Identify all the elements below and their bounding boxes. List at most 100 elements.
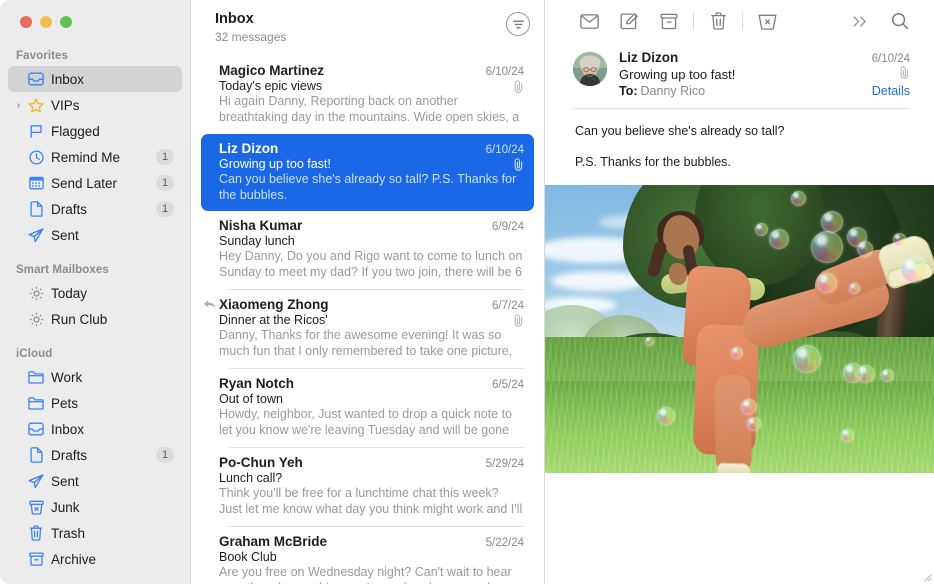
sidebar-item-label: Today [47,286,174,301]
zoom-button[interactable] [60,16,72,28]
message-list-item[interactable]: Po-Chun Yeh 5/29/24 Lunch call?Think you'l… [201,448,534,526]
clock-icon [25,150,47,165]
sidebar-item-label: Inbox [47,72,174,87]
message-subject: Out of town [219,392,283,406]
avatar [573,52,607,86]
minimize-button[interactable] [40,16,52,28]
sidebar-item-today[interactable]: Today [8,280,182,306]
message-subject: Book Club [219,550,277,564]
sidebar-item-drafts[interactable]: Drafts1 [8,196,182,222]
sidebar-item-label: Inbox [47,422,174,437]
message-list-item[interactable]: Xiaomeng Zhong6/7/24Dinner at the Ricos'… [201,290,534,368]
resize-grip[interactable] [920,570,932,582]
document-icon [25,201,47,217]
sidebar-section-header: Favorites [0,42,190,66]
message-header: Liz Dizon 6/10/24 Growing up too fast! T… [545,42,934,98]
trash-icon [25,525,47,541]
sidebar-item-send-later[interactable]: Send Later1 [8,170,182,196]
sidebar-item-remind-me[interactable]: Remind Me1 [8,144,182,170]
sidebar-item-run-club[interactable]: Run Club [8,306,182,332]
message-date: 6/7/24 [486,300,524,312]
message-sender: Magico Martinez [219,63,324,78]
attachment-image[interactable] [545,185,934,473]
mail-window: FavoritesInbox›VIPsFlaggedRemind Me1Send… [0,0,934,584]
close-button[interactable] [20,16,32,28]
message-subject: Lunch call? [219,471,282,485]
unread-badge: 1 [156,175,174,191]
message-sender: Nisha Kumar [219,218,302,233]
sidebar-item-junk[interactable]: Junk [8,494,182,520]
message-preview: Think you'll be free for a lunchtime cha… [219,486,524,518]
junk-bin-icon [25,500,47,515]
message-list-item[interactable]: Graham McBride5/22/24Book ClubAre you fr… [201,527,534,584]
sidebar-item-sent[interactable]: Sent [8,222,182,248]
sidebar-item-archive[interactable]: Archive [8,546,182,572]
sidebar-item-flagged[interactable]: Flagged [8,118,182,144]
junk-icon[interactable] [747,6,787,36]
message-preview: Can you believe she's already so tall? P… [219,172,524,203]
message-preview: Hi again Danny, Reporting back on anothe… [219,94,524,126]
message-preview: Danny, Thanks for the awesome evening! I… [219,328,524,360]
message-date: 5/22/24 [480,537,524,549]
sidebar-section-header: iCloud [0,340,190,364]
message-list-item[interactable]: Liz Dizon6/10/24Growing up too fast!Can … [201,134,534,211]
message-date: 5/29/24 [480,458,524,470]
gear-icon [25,286,47,301]
sidebar-item-pets[interactable]: Pets [8,390,182,416]
sidebar-item-label: Send Later [47,176,156,191]
sidebar-item-label: Run Club [47,312,174,327]
trash-icon[interactable] [698,6,738,36]
message-list-item[interactable]: Ryan Notch 6/5/24 Out of townHowdy, neighb… [201,369,534,447]
sidebar-item-inbox[interactable]: Inbox [8,416,182,442]
unread-badge: 1 [156,447,174,463]
search-icon[interactable] [880,6,920,36]
message-preview: Howdy, neighbor, Just wanted to drop a q… [219,407,524,439]
attachment-paperclip-icon[interactable] [899,66,910,79]
sidebar-item-label: Sent [47,474,174,489]
details-link[interactable]: Details [872,84,910,98]
message-list-item[interactable]: Magico Martinez6/10/24Today's epic views… [201,56,534,134]
calendar-icon [25,176,47,190]
message-subject: Growing up too fast! [619,67,735,82]
sidebar-item-label: Drafts [47,448,156,463]
sort-filter-icon[interactable] [506,12,530,36]
folder-icon [25,371,47,384]
sidebar-item-vips[interactable]: ›VIPs [8,92,182,118]
inbox-tray-icon [25,72,47,86]
sidebar-item-drafts[interactable]: Drafts1 [8,442,182,468]
message-date: 6/10/24 [872,53,910,65]
message-date: 6/5/24 [486,379,524,391]
more-chevrons-icon[interactable] [840,6,880,36]
sidebar-item-label: Trash [47,526,174,541]
inbox-tray-icon [25,422,47,436]
archive-icon[interactable] [649,6,689,36]
sidebar-item-trash[interactable]: Trash [8,520,182,546]
replied-arrow-icon [203,299,216,310]
sidebar-item-label: Sent [47,228,174,243]
unread-badge: 1 [156,201,174,217]
sidebar-item-label: Remind Me [47,150,156,165]
message-body: Can you believe she's already so tall? P… [545,109,934,185]
sidebar-item-work[interactable]: Work [8,364,182,390]
message-sender: Po-Chun Yeh [219,455,303,470]
message-date: 6/10/24 [480,66,524,78]
chevron-right-icon[interactable]: › [12,100,25,111]
mark-unread-icon[interactable] [569,6,609,36]
sidebar-item-inbox[interactable]: Inbox [8,66,182,92]
message-sender: Liz Dizon [619,50,678,65]
message-list-item[interactable]: Nisha Kumar6/9/24Sunday lunchHey Danny, … [201,211,534,289]
folder-icon [25,397,47,410]
message-list: Inbox 32 messages Magico Martinez 6/10/24… [190,0,545,584]
star-icon [25,98,47,113]
message-sender: Ryan Notch [219,376,294,391]
sidebar: FavoritesInbox›VIPsFlaggedRemind Me1Send… [0,0,190,584]
sidebar-item-sent[interactable]: Sent [8,468,182,494]
message-paragraph: P.S. Thanks for the bubbles. [575,154,910,171]
message-list-header: Inbox 32 messages [191,0,544,56]
message-count: 32 messages [215,29,286,45]
to-value: Danny Rico [638,84,706,98]
unread-badge: 1 [156,149,174,165]
compose-icon[interactable] [609,6,649,36]
toolbar-divider [742,12,743,30]
message-subject: Growing up too fast! [219,157,331,171]
